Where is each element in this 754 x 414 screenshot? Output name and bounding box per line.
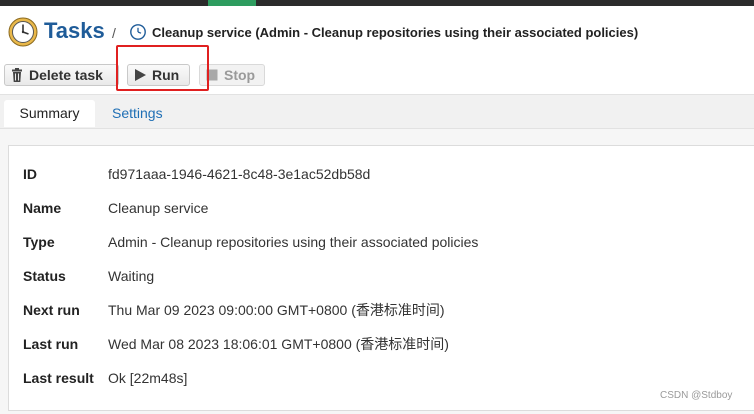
breadcrumb-separator: / (112, 25, 116, 41)
field-value: Cleanup service (108, 200, 209, 216)
tab-settings[interactable]: Settings (100, 100, 175, 127)
clock-icon (130, 24, 146, 40)
page: Tasks / Cleanup service (Admin - Cleanup… (0, 0, 754, 414)
field-value: Thu Mar 09 2023 09:00:00 GMT+0800 (香港标准时… (108, 302, 445, 318)
field-label: Status (23, 268, 66, 284)
field-value: Admin - Cleanup repositories using their… (108, 234, 479, 250)
delete-task-label: Delete task (29, 67, 103, 83)
summary-panel: ID fd971aaa-1946-4621-8c48-3e1ac52db58d … (8, 145, 754, 411)
watermark: CSDN @Stdboy (660, 390, 733, 401)
tab-bar: Summary Settings (0, 94, 754, 129)
field-label: Name (23, 200, 62, 216)
field-value: fd971aaa-1946-4621-8c48-3e1ac52db58d (108, 166, 371, 182)
field-label: Last result (23, 370, 94, 386)
delete-task-button[interactable]: Delete task (4, 64, 119, 86)
field-label: ID (23, 166, 37, 182)
page-title: Tasks (44, 18, 105, 43)
field-label: Last run (23, 336, 79, 352)
field-value: Waiting (108, 268, 155, 284)
toolbar: Delete task Run Stop (0, 58, 754, 94)
content-area: ID fd971aaa-1946-4621-8c48-3e1ac52db58d … (0, 129, 754, 414)
stop-label: Stop (224, 67, 256, 83)
breadcrumb-task-title: Cleanup service (Admin - Cleanup reposit… (152, 25, 639, 40)
field-label: Type (23, 234, 55, 250)
header: Tasks / Cleanup service (Admin - Cleanup… (0, 6, 754, 58)
clock-icon (8, 17, 38, 47)
trash-icon (12, 68, 22, 82)
run-button-highlight (116, 45, 209, 91)
field-label: Next run (23, 302, 80, 318)
field-value: Ok [22m48s] (108, 370, 188, 386)
tab-summary[interactable]: Summary (4, 100, 95, 127)
field-value: Wed Mar 08 2023 18:06:01 GMT+0800 (香港标准时… (108, 336, 449, 352)
